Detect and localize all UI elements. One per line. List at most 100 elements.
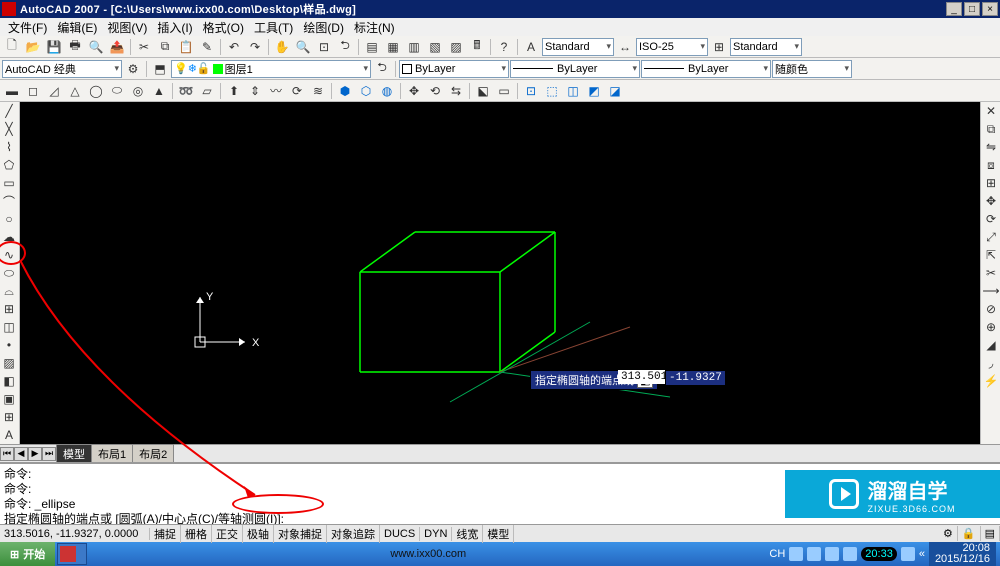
tab-layout2[interactable]: 布局2	[132, 444, 174, 463]
presspull-icon[interactable]: ⇕	[245, 82, 265, 100]
properties-icon[interactable]: ▤	[362, 38, 382, 56]
tab-model[interactable]: 模型	[56, 444, 92, 463]
table-icon[interactable]: ⊞	[0, 408, 18, 426]
make-block-icon[interactable]: ◫	[0, 318, 18, 336]
paste-icon[interactable]: 📋	[176, 38, 196, 56]
flatshot-icon[interactable]: ▭	[494, 82, 514, 100]
polygon-icon[interactable]: ⬠	[0, 156, 18, 174]
clock[interactable]: 20:08 2015/12/16	[929, 542, 996, 566]
text-style-icon[interactable]: A	[521, 38, 541, 56]
sweep-icon[interactable]: 〰	[266, 82, 286, 100]
plotstyle-combo[interactable]: 随颜色▾	[772, 60, 852, 78]
toolpal-icon[interactable]: ▥	[404, 38, 424, 56]
hidden-icon[interactable]: ◫	[563, 82, 583, 100]
torus-icon[interactable]: ◎	[128, 82, 148, 100]
box-icon[interactable]: ◻	[23, 82, 43, 100]
pline-icon[interactable]: ⌇	[0, 138, 18, 156]
subtract-icon[interactable]: ⬡	[356, 82, 376, 100]
status-lwt[interactable]: 线宽	[452, 525, 483, 543]
status-snap[interactable]: 捕捉	[150, 525, 181, 543]
layer-prev-icon[interactable]: ⮌	[372, 60, 392, 78]
tray-expand-icon[interactable]: «	[919, 548, 925, 560]
erase-icon[interactable]: ✕	[981, 102, 1000, 120]
start-button[interactable]: ⊞开始	[0, 542, 55, 566]
zoom-prev-icon[interactable]: ⮌	[335, 38, 355, 56]
tray-icon[interactable]	[789, 547, 803, 561]
cut-icon[interactable]: ✂	[134, 38, 154, 56]
mirror-icon[interactable]: ⇋	[981, 138, 1000, 156]
dcenter-icon[interactable]: ▦	[383, 38, 403, 56]
sheet-icon[interactable]: ▧	[425, 38, 445, 56]
status-grid[interactable]: 栅格	[181, 525, 212, 543]
match-icon[interactable]: ✎	[197, 38, 217, 56]
ellipse-icon[interactable]: ⬭	[0, 264, 18, 282]
workspace-combo[interactable]: AutoCAD 经典▾	[2, 60, 122, 78]
menu-edit[interactable]: 编辑(E)	[53, 18, 101, 37]
stretch-icon[interactable]: ⇱	[981, 246, 1000, 264]
save-icon[interactable]: 💾	[44, 38, 64, 56]
move-icon[interactable]: ✥	[981, 192, 1000, 210]
menu-format[interactable]: 格式(O)	[199, 18, 248, 37]
ime-indicator[interactable]: CH	[769, 548, 785, 560]
zoom-rt-icon[interactable]: 🔍	[293, 38, 313, 56]
hatch-icon[interactable]: ▨	[0, 354, 18, 372]
2dwire-icon[interactable]: ⊡	[521, 82, 541, 100]
extend-icon[interactable]: ⟶	[981, 282, 1000, 300]
wedge-icon[interactable]: ◿	[44, 82, 64, 100]
tab-prev-icon[interactable]: ◀	[14, 447, 28, 461]
menu-draw[interactable]: 绘图(D)	[299, 18, 348, 37]
pyramid-icon[interactable]: ▲	[149, 82, 169, 100]
ellipse-arc-icon[interactable]: ⌓	[0, 282, 18, 300]
close-button[interactable]: ×	[982, 2, 998, 16]
realistic-icon[interactable]: ◩	[584, 82, 604, 100]
rectangle-icon[interactable]: ▭	[0, 174, 18, 192]
break-icon[interactable]: ⊘	[981, 300, 1000, 318]
polysolid-icon[interactable]: ▬	[2, 82, 22, 100]
insert-block-icon[interactable]: ⊞	[0, 300, 18, 318]
rotate-icon[interactable]: ⟳	[981, 210, 1000, 228]
menu-dimension[interactable]: 标注(N)	[350, 18, 399, 37]
plot-icon[interactable]: 🖶	[65, 38, 85, 56]
scale-icon[interactable]: ⤢	[981, 228, 1000, 246]
copy-icon[interactable]: ⧉	[155, 38, 175, 56]
mtext-icon[interactable]: A	[0, 426, 18, 444]
tray-icon[interactable]	[901, 547, 915, 561]
layer-props-icon[interactable]: ⬒	[150, 60, 170, 78]
maximize-button[interactable]: □	[964, 2, 980, 16]
region-icon[interactable]: ▣	[0, 390, 18, 408]
tab-last-icon[interactable]: ⏭	[42, 447, 56, 461]
markup-icon[interactable]: ▨	[446, 38, 466, 56]
3drotate-icon[interactable]: ⟲	[425, 82, 445, 100]
ws-settings-icon[interactable]: ⚙	[123, 60, 143, 78]
join-icon[interactable]: ⊕	[981, 318, 1000, 336]
menu-insert[interactable]: 插入(I)	[153, 18, 196, 37]
tray-volume-icon[interactable]	[825, 547, 839, 561]
explode-icon[interactable]: ⚡	[981, 372, 1000, 390]
preview-icon[interactable]: 🔍	[86, 38, 106, 56]
sphere-icon[interactable]: ◯	[86, 82, 106, 100]
menu-file[interactable]: 文件(F)	[4, 18, 51, 37]
status-otrack[interactable]: 对象追踪	[327, 525, 380, 543]
cone-icon[interactable]: △	[65, 82, 85, 100]
point-icon[interactable]: •	[0, 336, 18, 354]
status-lock-icon[interactable]: 🔒	[958, 526, 981, 541]
tray-network-icon[interactable]	[843, 547, 857, 561]
3dalign-icon[interactable]: ⇆	[446, 82, 466, 100]
tray-time-pill[interactable]: 20:33	[861, 547, 897, 561]
text-style-combo[interactable]: Standard▾	[542, 38, 614, 56]
helix-icon[interactable]: ➿	[176, 82, 196, 100]
redo-icon[interactable]: ↷	[245, 38, 265, 56]
new-icon[interactable]: 🗋	[2, 38, 22, 56]
loft-icon[interactable]: ≋	[308, 82, 328, 100]
help-icon[interactable]: ?	[494, 38, 514, 56]
section-icon[interactable]: ⬕	[473, 82, 493, 100]
menu-tools[interactable]: 工具(T)	[250, 18, 297, 37]
chamfer-icon[interactable]: ◢	[981, 336, 1000, 354]
dim-style-combo[interactable]: ISO-25▾	[636, 38, 708, 56]
table-style-icon[interactable]: ⊞	[709, 38, 729, 56]
color-combo[interactable]: ByLayer▾	[399, 60, 509, 78]
status-annot-icon[interactable]: ▤	[981, 526, 1000, 541]
offset-icon[interactable]: ⧈	[981, 156, 1000, 174]
tray-icon[interactable]	[807, 547, 821, 561]
extrude-icon[interactable]: ⬆	[224, 82, 244, 100]
